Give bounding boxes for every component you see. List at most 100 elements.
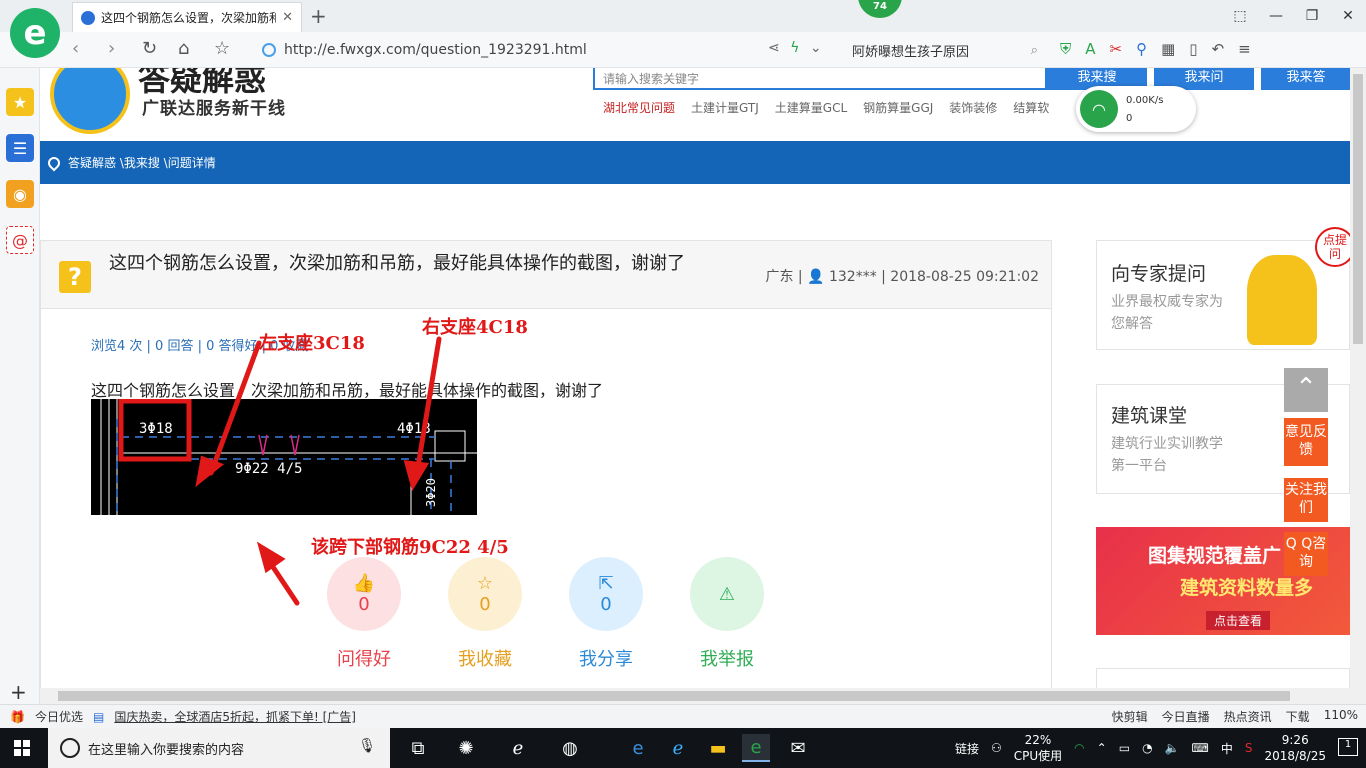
hot-link[interactable]: 结算软 xyxy=(1013,99,1049,116)
ask-bubble[interactable]: 点提问 xyxy=(1315,227,1350,267)
site-info-icon[interactable] xyxy=(262,43,276,57)
hot-link[interactable]: 土建算量GCL xyxy=(775,99,847,116)
ask-expert-card[interactable]: 向专家提问 业界最权威专家为您解答 点提问 xyxy=(1096,227,1350,350)
site-search-input[interactable]: 请输入搜索关键字 xyxy=(593,68,1047,90)
live-link[interactable]: 今日直播 xyxy=(1162,708,1210,725)
browser-sidebar: ★ ☰ ◉ @ xyxy=(0,68,40,706)
back-to-top-icon[interactable]: ⌃ xyxy=(1284,368,1328,412)
link-label[interactable]: 链接 xyxy=(955,740,979,757)
network-speed-widget[interactable]: ◠ 0.00K/s 0 xyxy=(1076,86,1196,132)
hot-links: 湖北常见问题 土建计量GTJ 土建算量GCL 钢筋算量GGJ 装饰装修 结算软 xyxy=(603,99,1049,116)
breadcrumb-text[interactable]: 答疑解惑 \我来搜 \问题详情 xyxy=(68,154,216,171)
horizontal-scroll-thumb[interactable] xyxy=(58,691,1290,701)
cortana-icon xyxy=(60,738,80,758)
annotation-arrows xyxy=(195,336,442,606)
ime-indicator[interactable]: 中 xyxy=(1221,740,1233,757)
quick-edit-link[interactable]: 快剪辑 xyxy=(1112,708,1148,725)
add-sidebar-icon[interactable]: + xyxy=(10,680,27,704)
follow-button[interactable]: 关注我们 xyxy=(1284,478,1328,522)
search-icon[interactable]: ⌕ xyxy=(1031,43,1038,58)
share-button[interactable]: ⇱ 0 我分享 xyxy=(569,557,643,671)
start-button[interactable] xyxy=(14,740,30,756)
site-logo[interactable]: 答疑解惑 广联达服务新干线 xyxy=(50,68,300,134)
browser-e-icon[interactable]: ℯ xyxy=(504,734,532,762)
share-icon[interactable]: ⋖ xyxy=(768,40,780,56)
download-link[interactable]: 下载 xyxy=(1286,708,1310,725)
zoom-level[interactable]: 110% xyxy=(1324,708,1358,725)
chevron-down-icon[interactable]: ⌄ xyxy=(810,40,822,56)
minimize-button[interactable]: — xyxy=(1258,0,1294,32)
browser-logo-icon[interactable]: e xyxy=(10,8,60,58)
vertical-scrollbar[interactable] xyxy=(1350,68,1366,688)
hot-link[interactable]: 钢筋算量GGJ xyxy=(863,99,933,116)
speed-mode-icon[interactable]: ϟ xyxy=(790,40,799,56)
weibo-icon[interactable]: ◉ xyxy=(6,180,34,208)
good-question-button[interactable]: 👍 0 问得好 xyxy=(327,557,401,671)
menu-icon[interactable]: ≡ xyxy=(1238,40,1251,58)
close-tab-icon[interactable]: ✕ xyxy=(282,10,293,25)
antivirus-icon[interactable]: S xyxy=(1245,741,1253,755)
undo-icon[interactable]: ↶ xyxy=(1212,40,1225,58)
shield-icon[interactable]: ⛨ xyxy=(1060,40,1071,58)
chrome-icon[interactable]: ◍ xyxy=(556,734,584,762)
annotation-bottom-rebar: 该跨下部钢筋9C22 4/5 xyxy=(311,537,509,558)
microphone-icon[interactable]: 🎙 xyxy=(358,738,376,754)
file-explorer-icon[interactable]: ▬ xyxy=(704,734,732,762)
keyboard-icon[interactable]: ⌨ xyxy=(1192,741,1209,755)
wifi-icon[interactable]: ◠ xyxy=(1074,741,1084,755)
vertical-scroll-thumb[interactable] xyxy=(1353,74,1363,344)
fan-app-icon[interactable]: ✺ xyxy=(452,734,480,762)
favorite-star-icon[interactable]: ☆ xyxy=(214,38,230,59)
notification-badge[interactable]: 74 xyxy=(858,0,902,18)
status-ad-link[interactable]: 国庆热卖，全球酒店5折起，抓紧下单! [广告] xyxy=(114,708,356,725)
magnifier-icon[interactable]: ⚲ xyxy=(1136,40,1147,58)
translate-icon[interactable]: A xyxy=(1085,40,1095,58)
close-window-button[interactable]: ✕ xyxy=(1330,0,1366,32)
hot-link[interactable]: 装饰装修 xyxy=(949,99,997,116)
horizontal-scrollbar[interactable] xyxy=(40,688,1366,704)
ad-line-1: 图集规范覆盖广 xyxy=(1148,545,1282,567)
ad-button[interactable]: 点击查看 xyxy=(1206,611,1271,630)
reading-icon[interactable]: ▯ xyxy=(1189,40,1197,58)
favorites-icon[interactable]: ★ xyxy=(6,88,34,116)
volume-icon[interactable]: 🔈 xyxy=(1165,741,1180,755)
battery-icon[interactable]: ▭ xyxy=(1119,741,1130,755)
news-link[interactable]: 热点资讯 xyxy=(1224,708,1272,725)
feedback-button[interactable]: 意见反馈 xyxy=(1284,418,1328,466)
scissors-icon[interactable]: ✂ xyxy=(1110,40,1123,58)
mail-icon[interactable]: @ xyxy=(6,226,34,254)
cpu-usage[interactable]: 22% CPU使用 xyxy=(1014,732,1062,764)
news-icon[interactable]: ☰ xyxy=(6,134,34,162)
task-view-icon[interactable]: ⧉ xyxy=(404,734,432,762)
mail-app-icon[interactable]: ✉ xyxy=(784,734,812,762)
home-icon[interactable]: ⌂ xyxy=(178,38,189,59)
people-icon[interactable]: ⚇ xyxy=(991,741,1002,755)
new-tab-button[interactable]: + xyxy=(310,4,327,28)
clock[interactable]: 9:26 2018/8/25 xyxy=(1264,732,1326,764)
browser-tab-active[interactable]: 这四个钢筋怎么设置，次梁加筋和 ✕ xyxy=(72,2,302,32)
hot-link[interactable]: 土建计量GTJ xyxy=(691,99,759,116)
answer-button[interactable]: 我来答 xyxy=(1261,68,1350,90)
refresh-icon[interactable]: ↻ xyxy=(142,38,157,59)
report-button[interactable]: ⚠ 我举报 xyxy=(690,557,764,671)
restore-button[interactable]: ❐ xyxy=(1294,0,1330,32)
taskbar-search[interactable]: 在这里输入你要搜索的内容 🎙 xyxy=(48,728,390,768)
favorite-button[interactable]: ☆ 0 我收藏 xyxy=(448,557,522,671)
apps-icon[interactable]: ▦ xyxy=(1161,40,1175,58)
network-icon[interactable]: ◔ xyxy=(1142,741,1152,755)
hot-link[interactable]: 湖北常见问题 xyxy=(603,99,675,116)
browser-search-text: 阿娇曝想生孩子原因 xyxy=(852,44,970,60)
favorite-label: 我收藏 xyxy=(458,649,512,670)
action-center-icon[interactable]: 1 xyxy=(1338,738,1358,756)
skin-icon[interactable]: ⬚ xyxy=(1222,0,1258,32)
edge-icon[interactable]: e xyxy=(624,734,652,762)
back-icon[interactable]: ‹ xyxy=(72,38,79,59)
url-field[interactable]: http://e.fwxgx.com/question_1923291.html xyxy=(256,37,836,63)
chevron-up-icon[interactable]: ⌃ xyxy=(1097,741,1107,755)
browser-search-field[interactable]: 阿娇曝想生孩子原因 ⌕ xyxy=(846,37,1046,63)
active-browser-icon[interactable]: e xyxy=(742,734,770,762)
forward-icon[interactable]: › xyxy=(108,38,115,59)
ie-icon[interactable]: ℯ xyxy=(664,734,692,762)
qq-consult-button[interactable]: Q Q咨询 xyxy=(1284,532,1328,576)
today-picks[interactable]: 今日优选 xyxy=(35,708,83,725)
